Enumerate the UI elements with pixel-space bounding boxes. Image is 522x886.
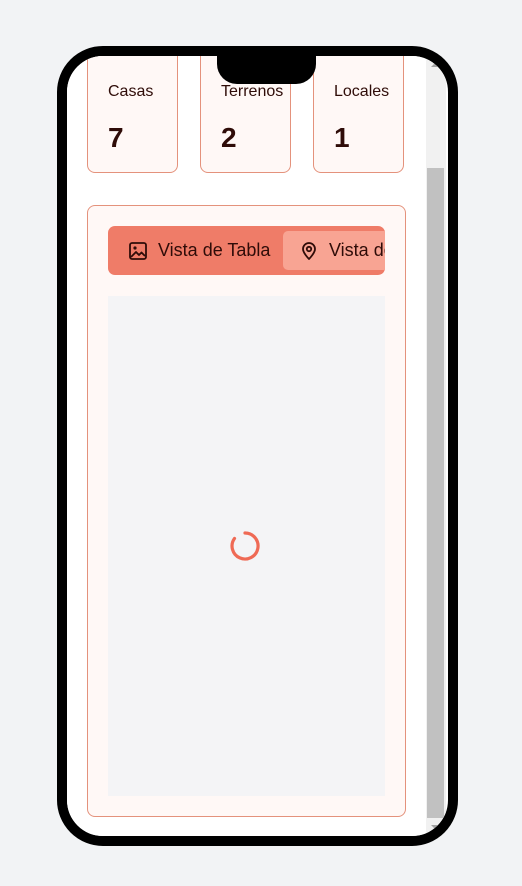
scroll-up-arrow[interactable] <box>431 62 441 67</box>
stat-value: 7 <box>108 122 124 153</box>
properties-panel: Vista de Tabla Vista de Mapa <box>87 205 406 817</box>
map-container[interactable] <box>108 296 385 796</box>
phone-notch <box>217 56 316 84</box>
stat-card-casas: Casas 7 <box>87 56 178 173</box>
map-pin-icon <box>302 241 316 260</box>
tab-table-label: Vista de Tabla <box>158 240 271 260</box>
stat-value: 2 <box>221 122 237 153</box>
tab-map-view[interactable]: Vista de Mapa <box>283 231 385 270</box>
stat-label: Terrenos <box>221 83 284 100</box>
tab-table-view[interactable]: Vista de Tabla <box>108 231 270 270</box>
stat-card-locales: Locales 1 <box>313 56 404 173</box>
stat-label: Locales <box>334 83 390 100</box>
spinner-icon <box>230 531 260 561</box>
stat-label: Casas <box>108 83 154 100</box>
view-tabs: Vista de Tabla Vista de Mapa <box>108 226 385 275</box>
scrollbar-thumb[interactable] <box>427 168 444 818</box>
app-screen: Casas 7 Terrenos 2 Locales 1 Vista de Ta… <box>67 56 425 836</box>
phone-frame: Casas 7 Terrenos 2 Locales 1 Vista de Ta… <box>57 46 458 846</box>
tab-map-label: Vista de Mapa <box>329 240 385 260</box>
image-icon <box>129 241 147 260</box>
vertical-scrollbar[interactable] <box>426 56 446 836</box>
stat-value: 1 <box>334 122 350 153</box>
scroll-down-arrow[interactable] <box>431 825 441 830</box>
